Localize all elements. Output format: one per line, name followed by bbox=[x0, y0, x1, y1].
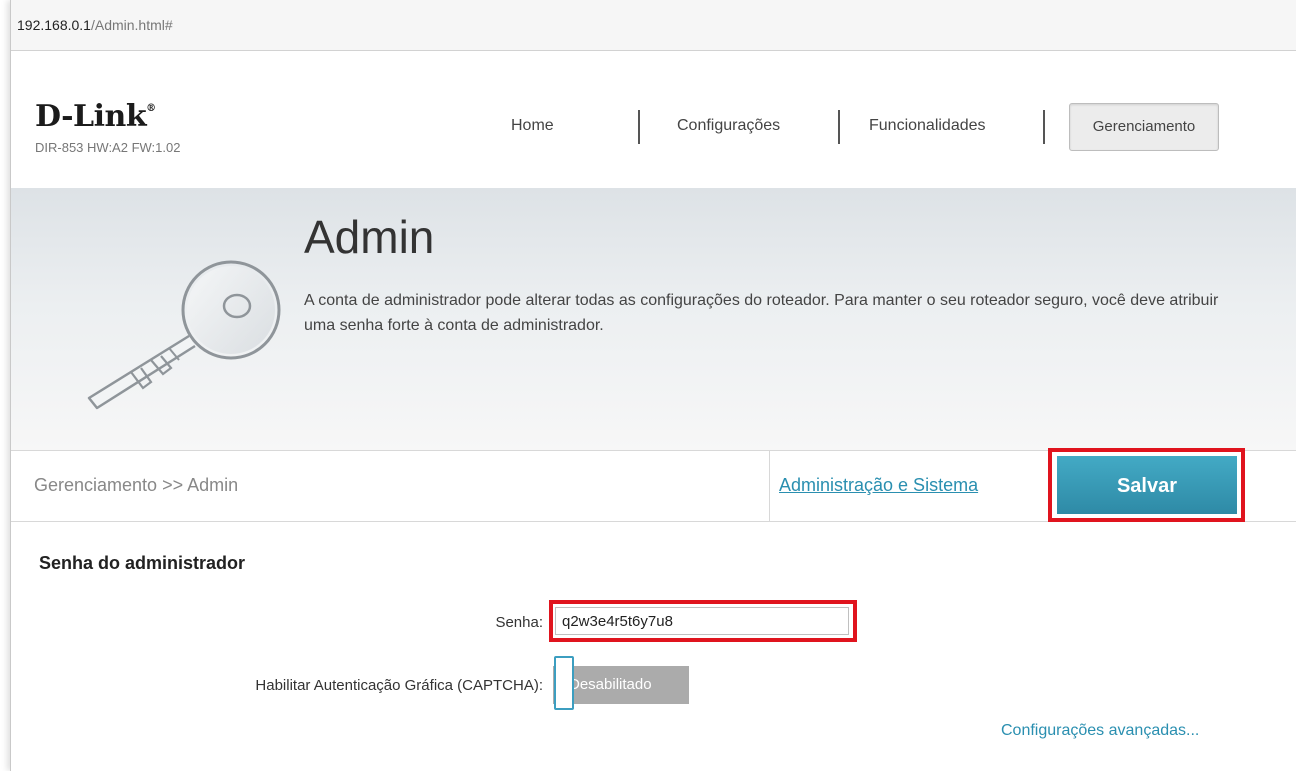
url-host: 192.168.0.1 bbox=[17, 17, 91, 33]
captcha-toggle-state: Desabilitado bbox=[569, 676, 652, 693]
advanced-settings-link[interactable]: Configurações avançadas... bbox=[1001, 722, 1199, 740]
nav-configuracoes[interactable]: Configurações bbox=[677, 117, 780, 135]
logo-text: D-Link bbox=[35, 99, 147, 134]
logo-registered-mark: ® bbox=[146, 103, 156, 114]
nav-separator bbox=[1043, 110, 1045, 144]
section-title: Senha do administrador bbox=[39, 553, 246, 573]
nav-separator bbox=[838, 110, 840, 144]
breadcrumb: Gerenciamento >> Admin bbox=[34, 475, 239, 495]
top-header: D-Link® DIR-853 HW:A2 FW:1.02 Home Confi… bbox=[11, 51, 1296, 189]
captcha-toggle-knob[interactable] bbox=[554, 656, 574, 710]
key-icon bbox=[87, 260, 281, 410]
admin-system-link[interactable]: Administração e Sistema bbox=[779, 475, 978, 496]
nav-home[interactable]: Home bbox=[511, 117, 554, 135]
dlink-logo: D-Link® bbox=[35, 99, 156, 134]
page-title: Admin bbox=[304, 211, 435, 263]
page-description: A conta de administrador pode alterar to… bbox=[304, 292, 1219, 334]
page-banner: Admin A conta de administrador pode alte… bbox=[11, 188, 1296, 450]
password-input[interactable] bbox=[555, 607, 849, 635]
nav-separator bbox=[638, 110, 640, 144]
address-bar[interactable]: 192.168.0.1/Admin.html# bbox=[11, 0, 1296, 51]
captcha-label: Habilitar Autenticação Gráfica (CAPTCHA)… bbox=[255, 677, 543, 694]
model-info: DIR-853 HW:A2 FW:1.02 bbox=[35, 140, 181, 155]
password-label: Senha: bbox=[495, 614, 543, 631]
save-button[interactable]: Salvar bbox=[1057, 456, 1237, 514]
url-text[interactable]: 192.168.0.1/Admin.html# bbox=[17, 17, 173, 33]
url-path: /Admin.html# bbox=[90, 17, 173, 33]
browser-window: 192.168.0.1/Admin.html# D-Link® DIR-853 … bbox=[10, 0, 1296, 771]
divider bbox=[769, 451, 770, 521]
nav-funcionalidades[interactable]: Funcionalidades bbox=[869, 117, 986, 135]
nav-gerenciamento[interactable]: Gerenciamento bbox=[1069, 103, 1219, 151]
